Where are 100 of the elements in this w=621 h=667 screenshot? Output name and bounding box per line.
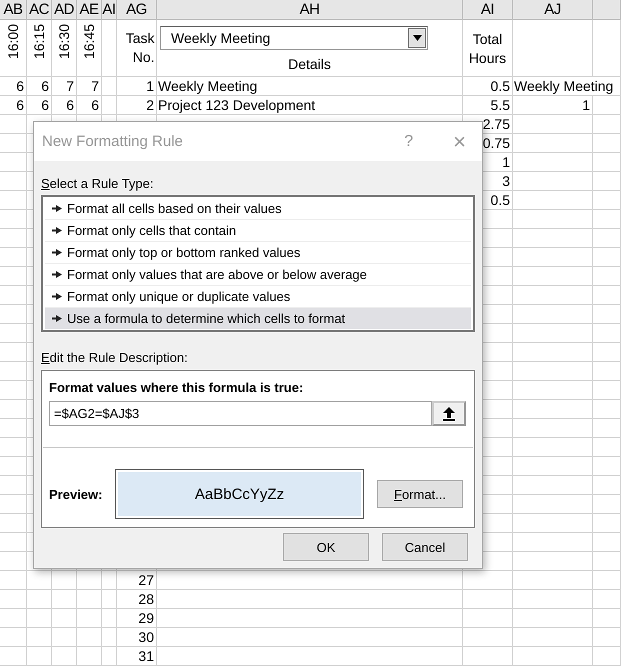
column-header[interactable]: AD bbox=[52, 0, 77, 20]
arrow-icon bbox=[52, 205, 62, 212]
task-dropdown[interactable]: Weekly Meeting bbox=[160, 26, 428, 50]
table-cell bbox=[77, 571, 102, 590]
table-cell bbox=[593, 419, 621, 438]
table-cell bbox=[593, 590, 621, 609]
arrow-icon bbox=[52, 249, 62, 256]
rule-type-item[interactable]: Format only cells that contain bbox=[45, 220, 471, 242]
total-hours-header: Total Hours bbox=[468, 30, 508, 68]
table-cell bbox=[52, 571, 77, 590]
arrow-icon bbox=[52, 293, 62, 300]
rule-type-item[interactable]: Use a formula to determine which cells to format bbox=[45, 308, 471, 329]
table-cell bbox=[463, 628, 513, 647]
table-cell bbox=[593, 438, 621, 457]
table-cell: 28 bbox=[117, 590, 157, 609]
column-header[interactable]: AI bbox=[102, 0, 117, 20]
table-cell: 6 bbox=[52, 96, 77, 115]
table-cell bbox=[593, 248, 621, 267]
column-header[interactable]: AH bbox=[157, 0, 463, 20]
arrow-icon bbox=[52, 271, 62, 278]
table-cell bbox=[593, 495, 621, 514]
table-cell bbox=[52, 609, 77, 628]
table-cell bbox=[0, 571, 27, 590]
table-cell bbox=[102, 647, 117, 666]
table-cell: 6 bbox=[0, 77, 27, 96]
table-cell bbox=[102, 609, 117, 628]
table-cell: 1 bbox=[117, 77, 157, 96]
details-header: Details bbox=[288, 56, 331, 73]
arrow-icon bbox=[52, 227, 62, 234]
time-header: 16:00 bbox=[4, 24, 22, 60]
table-cell bbox=[593, 20, 621, 77]
table-cell bbox=[52, 647, 77, 666]
table-cell bbox=[593, 381, 621, 400]
table-cell bbox=[27, 590, 52, 609]
formula-label: Format values where this formula is true: bbox=[49, 380, 304, 395]
table-cell: Weekly Meeting bbox=[157, 77, 463, 96]
table-cell: Project 123 Development bbox=[157, 96, 463, 115]
formula-field[interactable]: =$AG2=$AJ$3 bbox=[49, 401, 432, 426]
column-header[interactable]: AI bbox=[463, 0, 513, 20]
rule-type-item[interactable]: Format all cells based on their values bbox=[45, 198, 471, 220]
table-cell bbox=[593, 172, 621, 191]
table-cell bbox=[593, 552, 621, 571]
column-header[interactable]: AB bbox=[0, 0, 27, 20]
table-cell bbox=[593, 343, 621, 362]
table-cell bbox=[593, 324, 621, 343]
collapse-button[interactable] bbox=[432, 401, 466, 426]
dialog-title: New Formatting Rule bbox=[42, 133, 184, 150]
dialog-button[interactable]: Cancel bbox=[382, 533, 468, 561]
table-cell: 6 bbox=[0, 96, 27, 115]
dialog-button[interactable]: OK bbox=[283, 533, 369, 561]
table-cell bbox=[52, 628, 77, 647]
table-cell bbox=[593, 571, 621, 590]
column-header[interactable]: AG bbox=[117, 0, 157, 20]
table-cell: 30 bbox=[117, 628, 157, 647]
table-cell bbox=[593, 229, 621, 248]
table-cell bbox=[27, 609, 52, 628]
table-cell: 31 bbox=[117, 647, 157, 666]
table-cell bbox=[593, 628, 621, 647]
column-header[interactable]: AE bbox=[77, 0, 102, 20]
preview-label: Preview: bbox=[49, 486, 104, 502]
time-header: 16:15 bbox=[30, 24, 48, 60]
table-cell: 27 bbox=[117, 571, 157, 590]
table-cell bbox=[593, 400, 621, 419]
upload-arrow-icon bbox=[443, 406, 455, 420]
section-label: Select a Rule Type: bbox=[41, 176, 154, 191]
table-cell: 29 bbox=[117, 609, 157, 628]
column-header[interactable]: AJ bbox=[513, 0, 593, 20]
rule-type-item[interactable]: Format only values that are above or below average bbox=[45, 264, 471, 286]
table-cell bbox=[27, 647, 52, 666]
table-cell bbox=[593, 647, 621, 666]
table-cell bbox=[593, 533, 621, 552]
format-button[interactable]: Format... bbox=[377, 480, 463, 508]
table-cell: 1 bbox=[513, 96, 593, 115]
preview-box: AaBbCcYyZz bbox=[115, 469, 364, 519]
table-cell bbox=[593, 305, 621, 324]
table-cell bbox=[593, 96, 621, 115]
table-cell bbox=[77, 609, 102, 628]
table-cell bbox=[27, 628, 52, 647]
time-header: 16:30 bbox=[56, 24, 72, 60]
column-header[interactable]: AC bbox=[27, 0, 52, 20]
rule-type-item[interactable]: Format only top or bottom ranked values bbox=[45, 242, 471, 264]
table-cell bbox=[593, 134, 621, 153]
table-cell bbox=[0, 647, 27, 666]
table-cell bbox=[102, 590, 117, 609]
table-cell: 5.5 bbox=[463, 96, 513, 115]
table-cell bbox=[593, 362, 621, 381]
table-cell bbox=[593, 115, 621, 134]
table-cell: Weekly Meeting bbox=[513, 77, 621, 96]
table-cell bbox=[77, 590, 102, 609]
table-cell bbox=[593, 609, 621, 628]
table-cell: 7 bbox=[77, 77, 102, 96]
table-cell bbox=[593, 210, 621, 229]
table-cell bbox=[27, 571, 52, 590]
table-cell: 2 bbox=[117, 96, 157, 115]
table-cell bbox=[77, 628, 102, 647]
table-cell bbox=[463, 590, 513, 609]
arrow-icon bbox=[52, 315, 62, 322]
table-cell bbox=[102, 77, 117, 96]
table-cell bbox=[463, 571, 513, 590]
section-label: Edit the Rule Description: bbox=[41, 350, 188, 365]
